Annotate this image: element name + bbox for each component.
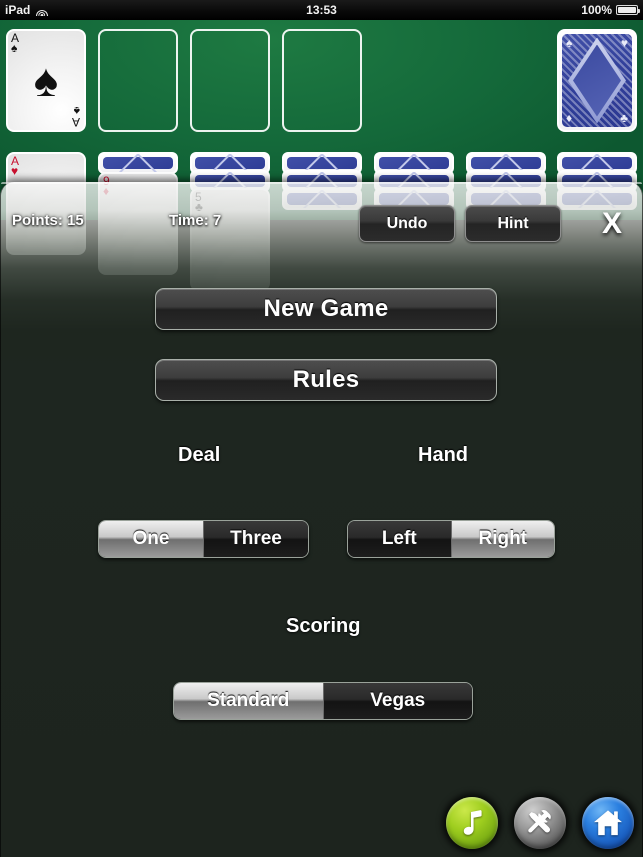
deal-segmented-control[interactable]: One Three	[98, 520, 309, 558]
solitaire-game-screen: iPad 13:53 100% A ♠ ♠ A ♠ ♠ ♥ ♦ ♣ A ♥ 9 …	[0, 0, 643, 857]
undo-button[interactable]: Undo	[359, 205, 455, 242]
home-button[interactable]	[582, 797, 634, 849]
foundation-card-suit-large: ♠	[33, 54, 59, 106]
blue-diamond-card-back: ♠ ♥ ♦ ♣	[562, 34, 632, 127]
foundation-pile-2[interactable]	[98, 29, 178, 132]
home-icon	[594, 810, 622, 836]
card-back-club-pip: ♣	[620, 111, 628, 125]
hand-section-label: Hand	[418, 444, 468, 466]
foundation-pile-3[interactable]	[190, 29, 270, 132]
scoring-option-standard[interactable]: Standard	[174, 683, 323, 719]
music-button[interactable]	[446, 797, 498, 849]
foundation-card-corner-br: A ♠	[71, 104, 80, 129]
deal-option-three[interactable]: Three	[203, 521, 308, 557]
foundation-pile-1[interactable]: A ♠ ♠ A ♠	[6, 29, 86, 132]
tableau-card-corner: A ♥	[11, 154, 20, 178]
card-back-diamond-motif	[568, 37, 626, 124]
settings-button[interactable]	[514, 797, 566, 849]
overlay-top-divider	[1, 182, 642, 184]
stock-pile[interactable]: ♠ ♥ ♦ ♣	[557, 29, 637, 132]
hand-segmented-control[interactable]: Left Right	[347, 520, 555, 558]
new-game-button[interactable]: New Game	[155, 288, 497, 330]
rules-button[interactable]: Rules	[155, 359, 497, 401]
card-back-heart-pip: ♥	[620, 36, 628, 50]
game-hud-row: Points: 15 Time: 7 Undo Hint X	[1, 202, 643, 254]
card-back-diamond-pip: ♦	[566, 111, 573, 125]
points-label: Points: 15	[12, 212, 84, 229]
hint-button[interactable]: Hint	[465, 205, 561, 242]
scoring-segmented-control[interactable]: Standard Vegas	[173, 682, 473, 720]
status-bar-right: 100%	[581, 3, 640, 17]
music-note-icon	[463, 810, 482, 835]
hand-option-left[interactable]: Left	[348, 521, 451, 557]
card-back-spade-pip: ♠	[566, 36, 573, 50]
settings-overlay-panel: Points: 15 Time: 7 Undo Hint X New Game …	[0, 182, 643, 857]
ios-status-bar: iPad 13:53 100%	[0, 0, 643, 20]
scoring-section-label: Scoring	[286, 615, 361, 637]
battery-percent-label: 100%	[581, 3, 612, 17]
tools-icon	[528, 809, 551, 833]
deal-option-one[interactable]: One	[99, 521, 203, 557]
scoring-option-vegas[interactable]: Vegas	[322, 683, 472, 719]
close-icon[interactable]: X	[593, 205, 631, 243]
status-bar-clock: 13:53	[306, 3, 337, 17]
foundation-card-corner: A ♠	[11, 31, 20, 55]
time-label: Time: 7	[169, 212, 222, 229]
hand-option-right[interactable]: Right	[450, 521, 554, 557]
foundation-pile-4[interactable]	[282, 29, 362, 132]
tableau-column-2-facedown-a[interactable]	[98, 152, 178, 174]
deal-section-label: Deal	[178, 444, 221, 466]
battery-full-icon	[616, 5, 640, 15]
